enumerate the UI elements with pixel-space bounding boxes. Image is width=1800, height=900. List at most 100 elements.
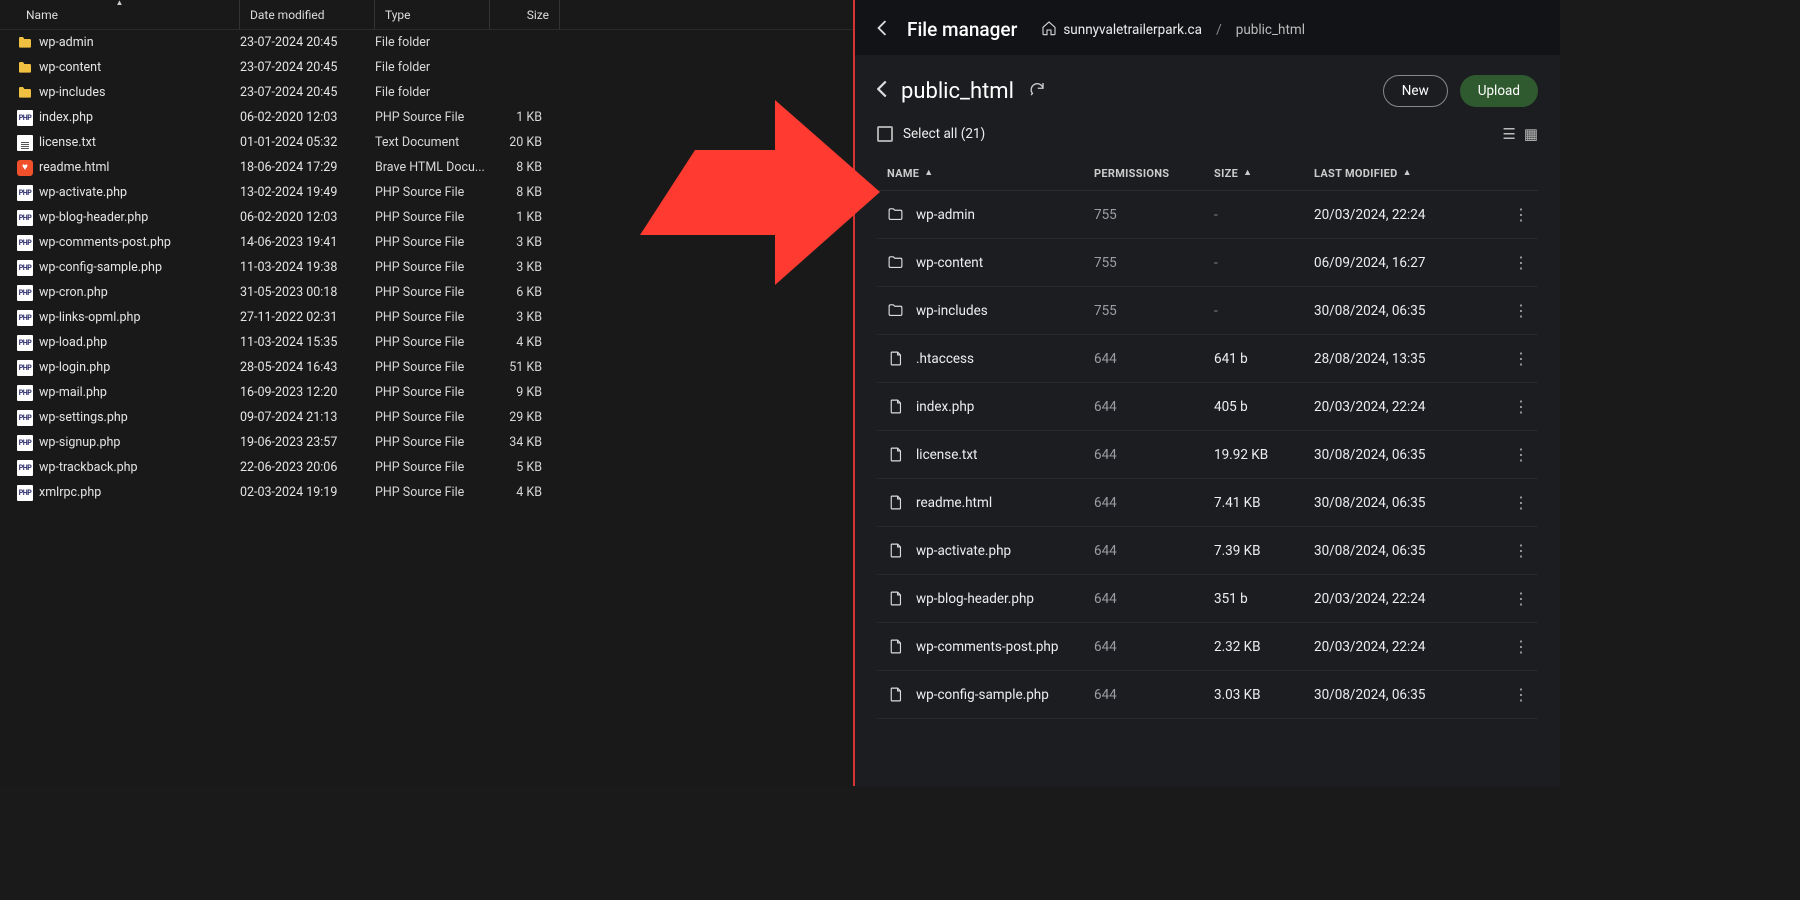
file-permissions: 644 <box>1094 687 1214 703</box>
table-row[interactable]: PHPwp-signup.php19-06-2023 23:57PHP Sour… <box>0 430 853 455</box>
table-row[interactable]: PHPwp-settings.php09-07-2024 21:13PHP So… <box>0 405 853 430</box>
col-modified[interactable]: LAST MODIFIED▲ <box>1314 167 1504 180</box>
php-file-icon: PHP <box>17 435 33 451</box>
list-view-icon[interactable]: ☰ <box>1502 125 1515 143</box>
file-size: 3 KB <box>490 260 560 275</box>
table-row[interactable]: PHPwp-blog-header.php06-02-2020 12:03PHP… <box>0 205 853 230</box>
table-row[interactable]: wp-blog-header.php644351 b20/03/2024, 22… <box>877 575 1538 623</box>
file-size: 8 KB <box>490 160 560 175</box>
file-name: wp-signup.php <box>39 435 120 450</box>
upload-button[interactable]: Upload <box>1460 75 1538 107</box>
table-row[interactable]: wp-includes23-07-2024 20:45File folder <box>0 80 853 105</box>
dir-back-icon[interactable] <box>877 80 887 102</box>
file-size: 3 KB <box>490 310 560 325</box>
table-row[interactable]: wp-activate.php6447.39 KB30/08/2024, 06:… <box>877 527 1538 575</box>
file-date: 23-07-2024 20:45 <box>240 35 375 50</box>
folder-icon <box>887 206 904 223</box>
table-row[interactable]: wp-admin755-20/03/2024, 22:24⋮ <box>877 191 1538 239</box>
table-row[interactable]: wp-admin23-07-2024 20:45File folder <box>0 30 853 55</box>
file-table-header: NAME▲ PERMISSIONS SIZE▲ LAST MODIFIED▲ <box>877 157 1538 191</box>
file-date: 22-06-2023 20:06 <box>240 460 375 475</box>
table-row[interactable]: index.php644405 b20/03/2024, 22:24⋮ <box>877 383 1538 431</box>
table-row[interactable]: license.txt01-01-2024 05:32Text Document… <box>0 130 853 155</box>
col-permissions[interactable]: PERMISSIONS <box>1094 167 1214 180</box>
table-row[interactable]: PHPwp-config-sample.php11-03-2024 19:38P… <box>0 255 853 280</box>
table-row[interactable]: wp-content23-07-2024 20:45File folder <box>0 55 853 80</box>
current-directory: public_html <box>901 79 1014 104</box>
table-row[interactable]: PHPwp-cron.php31-05-2023 00:18PHP Source… <box>0 280 853 305</box>
file-name: wp-comments-post.php <box>916 639 1058 655</box>
col-name[interactable]: ▲ Name <box>0 0 240 29</box>
file-type: File folder <box>375 85 490 100</box>
file-size: 6 KB <box>490 285 560 300</box>
table-row[interactable]: readme.html6447.41 KB30/08/2024, 06:35⋮ <box>877 479 1538 527</box>
table-row[interactable]: wp-includes755-30/08/2024, 06:35⋮ <box>877 287 1538 335</box>
table-row[interactable]: PHPwp-comments-post.php14-06-2023 19:41P… <box>0 230 853 255</box>
file-date: 16-09-2023 12:20 <box>240 385 375 400</box>
file-size: 351 b <box>1214 591 1314 607</box>
file-date: 01-01-2024 05:32 <box>240 135 375 150</box>
col-date[interactable]: Date modified <box>240 0 375 29</box>
breadcrumb-domain: sunnyvaletrailerpark.ca <box>1063 22 1202 38</box>
file-name: wp-admin <box>916 207 975 223</box>
file-permissions: 644 <box>1094 591 1214 607</box>
row-actions-icon[interactable]: ⋮ <box>1504 589 1538 608</box>
file-size: 3.03 KB <box>1214 687 1314 703</box>
row-actions-icon[interactable]: ⋮ <box>1504 301 1538 320</box>
file-type: PHP Source File <box>375 310 490 325</box>
file-icon <box>887 638 904 655</box>
table-row[interactable]: PHPwp-trackback.php22-06-2023 20:06PHP S… <box>0 455 853 480</box>
file-size: 2.32 KB <box>1214 639 1314 655</box>
col-size[interactable]: Size <box>490 0 560 29</box>
table-row[interactable]: wp-comments-post.php6442.32 KB20/03/2024… <box>877 623 1538 671</box>
row-actions-icon[interactable]: ⋮ <box>1504 637 1538 656</box>
table-row[interactable]: wp-content755-06/09/2024, 16:27⋮ <box>877 239 1538 287</box>
table-row[interactable]: PHPwp-load.php11-03-2024 15:35PHP Source… <box>0 330 853 355</box>
checkbox-icon[interactable] <box>877 126 893 142</box>
file-size: 19.92 KB <box>1214 447 1314 463</box>
table-row[interactable]: ♥readme.html18-06-2024 17:29Brave HTML D… <box>0 155 853 180</box>
row-actions-icon[interactable]: ⋮ <box>1504 349 1538 368</box>
row-actions-icon[interactable]: ⋮ <box>1504 397 1538 416</box>
table-row[interactable]: PHPwp-activate.php13-02-2024 19:49PHP So… <box>0 180 853 205</box>
back-icon[interactable] <box>877 20 893 40</box>
file-size: 4 KB <box>490 335 560 350</box>
table-row[interactable]: PHPwp-mail.php16-09-2023 12:20PHP Source… <box>0 380 853 405</box>
file-permissions: 644 <box>1094 351 1214 367</box>
file-date: 02-03-2024 19:19 <box>240 485 375 500</box>
sort-icon: ▲ <box>1403 167 1412 180</box>
file-modified: 20/03/2024, 22:24 <box>1314 399 1504 415</box>
col-size[interactable]: SIZE▲ <box>1214 167 1314 180</box>
grid-view-icon[interactable]: ▦ <box>1524 125 1538 143</box>
row-actions-icon[interactable]: ⋮ <box>1504 205 1538 224</box>
row-actions-icon[interactable]: ⋮ <box>1504 685 1538 704</box>
table-row[interactable]: PHPwp-links-opml.php27-11-2022 02:31PHP … <box>0 305 853 330</box>
file-type: Brave HTML Docu... <box>375 160 490 175</box>
brave-html-icon: ♥ <box>17 160 33 176</box>
row-actions-icon[interactable]: ⋮ <box>1504 445 1538 464</box>
new-button[interactable]: New <box>1383 75 1448 107</box>
col-name[interactable]: NAME▲ <box>877 167 1094 180</box>
col-type[interactable]: Type <box>375 0 490 29</box>
table-row[interactable]: PHPindex.php06-02-2020 12:03PHP Source F… <box>0 105 853 130</box>
file-icon <box>887 686 904 703</box>
breadcrumb-home[interactable]: sunnyvaletrailerpark.ca <box>1041 20 1202 40</box>
file-name: wp-trackback.php <box>39 460 138 475</box>
file-date: 28-05-2024 16:43 <box>240 360 375 375</box>
file-size: 20 KB <box>490 135 560 150</box>
row-actions-icon[interactable]: ⋮ <box>1504 541 1538 560</box>
file-icon <box>887 494 904 511</box>
table-row[interactable]: PHPxmlrpc.php02-03-2024 19:19PHP Source … <box>0 480 853 505</box>
file-size: 51 KB <box>490 360 560 375</box>
row-actions-icon[interactable]: ⋮ <box>1504 253 1538 272</box>
row-actions-icon[interactable]: ⋮ <box>1504 493 1538 512</box>
file-icon <box>887 398 904 415</box>
table-row[interactable]: license.txt64419.92 KB30/08/2024, 06:35⋮ <box>877 431 1538 479</box>
table-row[interactable]: wp-config-sample.php6443.03 KB30/08/2024… <box>877 671 1538 719</box>
table-row[interactable]: PHPwp-login.php28-05-2024 16:43PHP Sourc… <box>0 355 853 380</box>
refresh-icon[interactable] <box>1028 80 1046 102</box>
file-name: wp-comments-post.php <box>39 235 171 250</box>
table-row[interactable]: .htaccess644641 b28/08/2024, 13:35⋮ <box>877 335 1538 383</box>
select-all[interactable]: Select all (21) <box>877 126 985 142</box>
file-modified: 20/03/2024, 22:24 <box>1314 591 1504 607</box>
